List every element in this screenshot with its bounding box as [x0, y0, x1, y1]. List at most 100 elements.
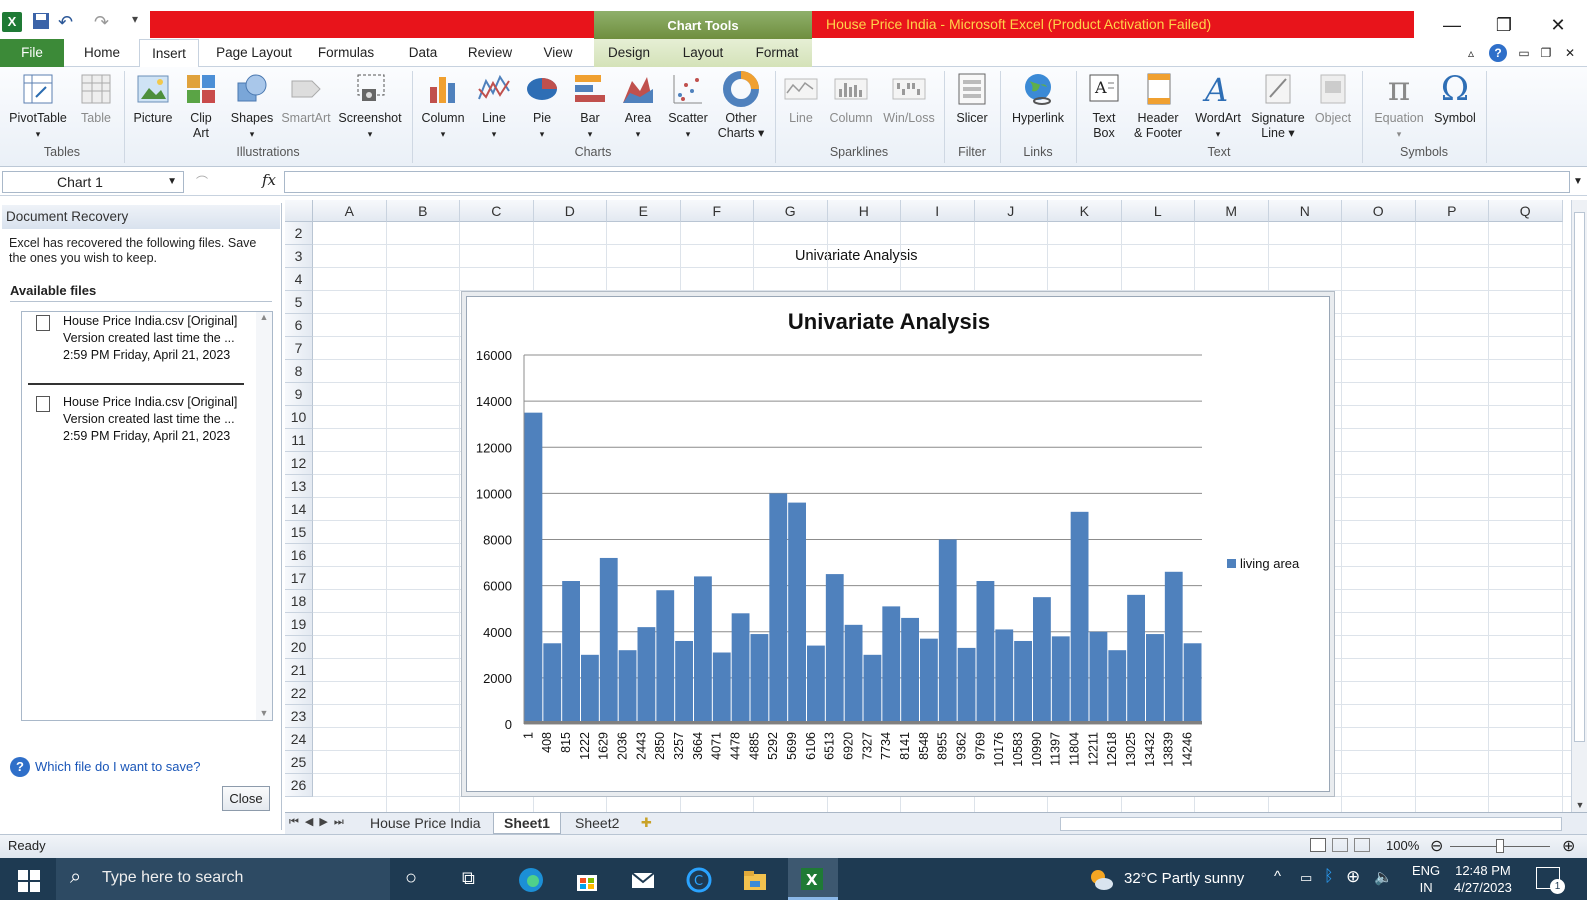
- scroll-down-icon[interactable]: ▼: [1572, 800, 1587, 810]
- name-box[interactable]: Chart 1 ▼: [2, 171, 184, 193]
- volume-icon[interactable]: 🔈: [1374, 868, 1393, 886]
- column-header[interactable]: J: [974, 200, 1048, 222]
- column-header[interactable]: C: [460, 200, 534, 222]
- insert-function-button[interactable]: fx: [262, 171, 276, 189]
- scroll-thumb[interactable]: [1574, 212, 1585, 742]
- sheet-tab-sheet1[interactable]: Sheet1: [493, 813, 561, 834]
- tray-chevron-icon[interactable]: ^: [1274, 868, 1281, 885]
- tab-formulas[interactable]: Formulas: [312, 39, 380, 67]
- chart-1[interactable]: Univariate Analysis 0 2000 4000 6000 8000 1000…: [466, 296, 1330, 792]
- tab-file[interactable]: File: [0, 39, 64, 67]
- sparkline-column-button[interactable]: Column: [824, 71, 878, 126]
- formula-input[interactable]: [284, 171, 1570, 193]
- tab-design[interactable]: Design: [601, 39, 657, 67]
- zoom-slider-thumb[interactable]: [1496, 839, 1504, 853]
- name-box-dropdown-icon[interactable]: ▼: [167, 172, 177, 192]
- clock[interactable]: 12:48 PM 4/27/2023: [1454, 862, 1512, 896]
- sparkline-line-button[interactable]: Line: [780, 71, 822, 126]
- restore-button[interactable]: ❐: [1480, 12, 1528, 40]
- sheet-nav-icon[interactable]: ⏮◀▶⏭: [289, 815, 350, 829]
- row-header[interactable]: 3: [285, 245, 313, 268]
- column-header[interactable]: K: [1048, 200, 1122, 222]
- bar-chart-button[interactable]: Bar ▾: [568, 71, 612, 142]
- signature-line-button[interactable]: Signature Line ▾: [1248, 71, 1308, 141]
- battery-icon[interactable]: ▭: [1300, 870, 1312, 886]
- header-footer-button[interactable]: Header & Footer: [1128, 71, 1188, 141]
- sheet-tab-house-price-india[interactable]: House Price India: [360, 813, 491, 834]
- save-icon[interactable]: [32, 12, 52, 32]
- page-break-view-icon[interactable]: [1354, 838, 1370, 852]
- column-header[interactable]: H: [827, 200, 901, 222]
- row-header[interactable]: 22: [285, 682, 313, 705]
- zoom-level[interactable]: 100%: [1386, 835, 1419, 857]
- zoom-in-icon[interactable]: ⊕: [1562, 836, 1575, 858]
- column-header[interactable]: F: [680, 200, 754, 222]
- row-header[interactable]: 7: [285, 337, 313, 360]
- help-icon[interactable]: ?: [1488, 39, 1508, 67]
- bluetooth-icon[interactable]: ᛒ: [1324, 868, 1334, 886]
- sparkline-winloss-button[interactable]: Win/Loss: [880, 71, 938, 126]
- redo-icon[interactable]: ↷: [94, 12, 114, 32]
- column-header[interactable]: M: [1195, 200, 1269, 222]
- tab-format[interactable]: Format: [748, 39, 806, 67]
- tab-page-layout[interactable]: Page Layout: [210, 39, 298, 67]
- cyberlink-icon[interactable]: C: [686, 867, 712, 893]
- store-icon[interactable]: [574, 867, 600, 893]
- row-header[interactable]: 8: [285, 360, 313, 383]
- row-header[interactable]: 19: [285, 613, 313, 636]
- smartart-button[interactable]: SmartArt: [278, 71, 334, 126]
- list-scrollbar[interactable]: ▲ ▼: [256, 312, 272, 720]
- minimize-ribbon-icon[interactable]: ▵: [1462, 39, 1480, 67]
- area-chart-button[interactable]: Area ▾: [616, 71, 660, 142]
- tab-data[interactable]: Data: [400, 39, 446, 67]
- recovery-file-item[interactable]: House Price India.csv [Original] Version…: [63, 394, 237, 445]
- column-header[interactable]: B: [386, 200, 460, 222]
- recovery-file-item[interactable]: House Price India.csv [Original] Version…: [63, 313, 237, 364]
- row-header[interactable]: 14: [285, 498, 313, 521]
- row-header[interactable]: 9: [285, 383, 313, 406]
- weather-icon[interactable]: [1088, 867, 1114, 893]
- table-button[interactable]: Table: [74, 71, 118, 126]
- text-box-button[interactable]: A Text Box: [1082, 71, 1126, 141]
- close-button[interactable]: ✕: [1534, 12, 1582, 40]
- column-header[interactable]: Q: [1489, 200, 1563, 222]
- row-header[interactable]: 6: [285, 314, 313, 337]
- wb-close-icon[interactable]: ✕: [1562, 39, 1578, 67]
- excel-taskbar-button[interactable]: X: [788, 858, 838, 900]
- select-all-corner[interactable]: [285, 200, 313, 222]
- screenshot-button[interactable]: Screenshot ▾: [336, 71, 404, 142]
- shapes-button[interactable]: Shapes ▾: [228, 71, 276, 142]
- tab-layout[interactable]: Layout: [675, 39, 731, 67]
- edge-icon[interactable]: [518, 867, 544, 893]
- row-header[interactable]: 15: [285, 521, 313, 544]
- vertical-scrollbar[interactable]: ▼: [1571, 200, 1587, 812]
- tab-review[interactable]: Review: [462, 39, 518, 67]
- column-header[interactable]: D: [533, 200, 607, 222]
- column-header[interactable]: I: [901, 200, 975, 222]
- row-header[interactable]: 12: [285, 452, 313, 475]
- wb-minimize-icon[interactable]: ▭: [1516, 39, 1532, 67]
- picture-button[interactable]: Picture: [130, 71, 176, 126]
- mail-icon[interactable]: [630, 867, 656, 893]
- clip-art-button[interactable]: Clip Art: [180, 71, 222, 141]
- row-header[interactable]: 4: [285, 268, 313, 291]
- row-header[interactable]: 18: [285, 590, 313, 613]
- hyperlink-button[interactable]: Hyperlink: [1006, 71, 1070, 126]
- row-header[interactable]: 10: [285, 406, 313, 429]
- symbol-button[interactable]: Ω Symbol: [1430, 71, 1480, 126]
- column-header[interactable]: O: [1342, 200, 1416, 222]
- tab-insert[interactable]: Insert: [139, 39, 199, 68]
- row-header[interactable]: 24: [285, 728, 313, 751]
- tab-view[interactable]: View: [534, 39, 582, 67]
- row-header[interactable]: 21: [285, 659, 313, 682]
- file-explorer-icon[interactable]: [742, 867, 768, 893]
- minimize-button[interactable]: —: [1428, 12, 1476, 40]
- taskbar-search-box[interactable]: ⌕ Type here to search: [56, 858, 390, 900]
- line-chart-button[interactable]: Line ▾: [472, 71, 516, 142]
- row-header[interactable]: 26: [285, 774, 313, 797]
- sheet-tab-sheet2[interactable]: Sheet2: [565, 813, 629, 834]
- equation-button[interactable]: π Equation ▾: [1368, 71, 1430, 142]
- zoom-out-icon[interactable]: ⊖: [1430, 836, 1443, 858]
- wordart-button[interactable]: A WordArt ▾: [1190, 71, 1246, 142]
- row-header[interactable]: 2: [285, 222, 313, 245]
